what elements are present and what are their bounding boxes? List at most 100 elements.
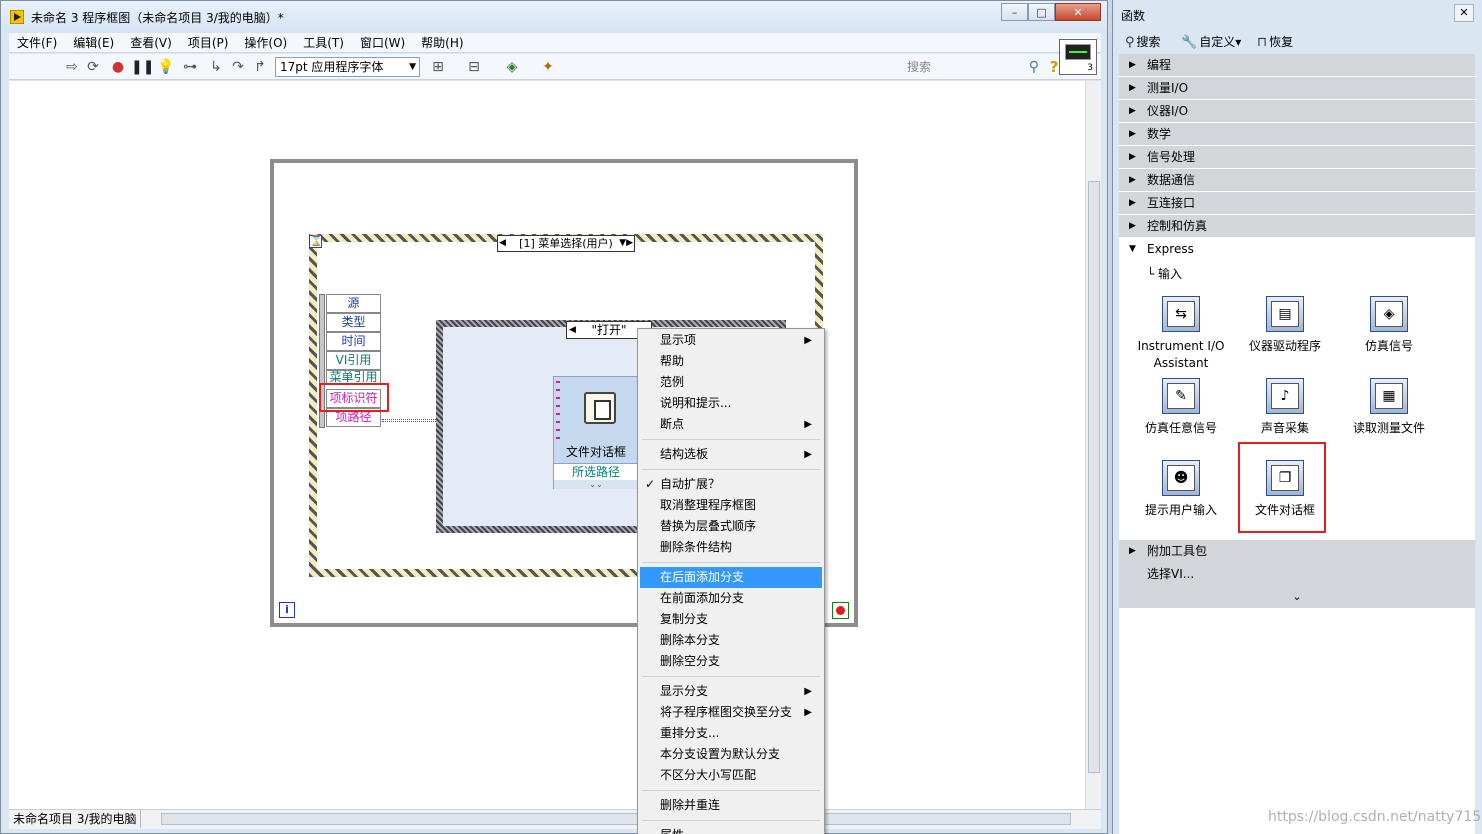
category-data-communication[interactable]: ▶ 数据通信 bbox=[1119, 169, 1475, 192]
distribute-icon[interactable]: ⊟ bbox=[465, 58, 483, 76]
palette-restore-button[interactable]: ⊓ 恢复 bbox=[1257, 31, 1293, 53]
category-instrument-io[interactable]: ▶ 仪器I/O bbox=[1119, 100, 1475, 123]
menu-file[interactable]: 文件(F) bbox=[9, 34, 65, 51]
show-more-chevron-icon[interactable]: ⌄ bbox=[1119, 586, 1475, 608]
cleanup-icon[interactable]: ✦ bbox=[539, 58, 557, 76]
search-field[interactable]: 搜索 ⚲ bbox=[895, 58, 1043, 76]
maximize-button[interactable]: □ bbox=[1028, 3, 1055, 21]
event-terminal-time[interactable]: 时间 bbox=[326, 332, 381, 351]
title-bar[interactable]: 未命名 3 程序框图（未命名项目 3/我的电脑）* – □ ✕ bbox=[1, 1, 1107, 33]
context-menu-item[interactable]: 属性 bbox=[640, 825, 822, 834]
context-menu-item-label: 重排分支... bbox=[660, 726, 720, 740]
expand-node-icon[interactable]: ⌄⌄ bbox=[554, 480, 638, 489]
context-menu-item[interactable]: 替换为层叠式顺序 bbox=[640, 516, 822, 537]
category-control-simulation[interactable]: ▶ 控制和仿真 bbox=[1119, 215, 1475, 238]
prev-case-arrow-icon[interactable]: ◀ bbox=[499, 236, 506, 251]
context-menu-item[interactable]: 范例 bbox=[640, 372, 822, 393]
file-dialog-express-vi[interactable]: 文件对话框 所选路径 ⌄⌄ bbox=[553, 376, 639, 489]
category-programming[interactable]: ▶ 编程 bbox=[1119, 54, 1475, 77]
category-express[interactable]: ▼ Express bbox=[1119, 238, 1475, 261]
menu-tools[interactable]: 工具(T) bbox=[295, 34, 352, 51]
context-menu-item[interactable]: 在后面添加分支 bbox=[640, 567, 822, 588]
stop-condition-terminal[interactable] bbox=[832, 602, 849, 619]
tile-instrument-drivers[interactable]: ▤ 仪器驱动程序 bbox=[1233, 296, 1337, 374]
tile-read-measurement-file[interactable]: ▦ 读取测量文件 bbox=[1337, 378, 1441, 456]
menu-project[interactable]: 项目(P) bbox=[180, 34, 237, 51]
expand-arrow-icon: ▶ bbox=[1129, 221, 1136, 231]
prev-case-arrow-icon[interactable]: ◀ bbox=[569, 322, 576, 338]
abort-icon[interactable]: ● bbox=[109, 58, 127, 76]
menu-operate[interactable]: 操作(O) bbox=[236, 34, 295, 51]
minimize-button[interactable]: – bbox=[1001, 3, 1028, 21]
tile-simulate-arbitrary-signal[interactable]: ✎ 仿真任意信号 bbox=[1129, 378, 1233, 456]
context-menu-item[interactable]: 复制分支 bbox=[640, 609, 822, 630]
event-terminal-type[interactable]: 类型 bbox=[326, 313, 381, 332]
context-menu-item[interactable]: 取消整理程序框图 bbox=[640, 495, 822, 516]
vertical-scrollbar[interactable] bbox=[1085, 81, 1101, 809]
step-into-icon[interactable]: ↳ bbox=[207, 58, 225, 76]
next-case-arrow-icon[interactable]: ▼▶ bbox=[619, 236, 633, 251]
search-icon[interactable]: ⚲ bbox=[1029, 58, 1039, 76]
tile-simulate-signal[interactable]: ◈ 仿真信号 bbox=[1337, 296, 1441, 374]
menu-separator bbox=[642, 439, 820, 440]
event-terminal-menu-ref[interactable]: 菜单引用 bbox=[326, 370, 381, 384]
menu-view[interactable]: 查看(V) bbox=[122, 34, 180, 51]
vertical-scroll-thumb[interactable] bbox=[1088, 181, 1100, 773]
horizontal-scrollbar[interactable] bbox=[147, 812, 1083, 826]
category-connectivity[interactable]: ▶ 互连接口 bbox=[1119, 192, 1475, 215]
palette-close-button[interactable]: ✕ bbox=[1454, 4, 1474, 22]
menu-window[interactable]: 窗口(W) bbox=[352, 34, 413, 51]
subcategory-input[interactable]: └ 输入 bbox=[1147, 265, 1182, 282]
tile-prompt-user-input[interactable]: ☻ 提示用户输入 bbox=[1129, 460, 1233, 538]
context-menu-item[interactable]: 本分支设置为默认分支 bbox=[640, 744, 822, 765]
step-over-icon[interactable]: ↷ bbox=[229, 58, 247, 76]
timeout-terminal[interactable]: ⌛ bbox=[309, 235, 322, 248]
vi-icon[interactable]: 3 bbox=[1059, 39, 1097, 75]
context-menu-item[interactable]: 说明和提示... bbox=[640, 393, 822, 414]
context-menu-item[interactable]: ✓ 自动扩展？ bbox=[640, 474, 822, 495]
pause-icon[interactable]: ❚❚ bbox=[131, 58, 154, 76]
selected-path-terminal[interactable]: 所选路径 bbox=[554, 463, 638, 480]
reorder-icon[interactable]: ◈ bbox=[503, 58, 521, 76]
context-menu-item[interactable]: 重排分支... bbox=[640, 723, 822, 744]
context-menu-item[interactable]: 显示分支 ▶ bbox=[640, 681, 822, 702]
context-menu-item[interactable]: 不区分大小写匹配 bbox=[640, 765, 822, 786]
context-menu-item[interactable]: 删除条件结构 bbox=[640, 537, 822, 558]
run-arrow-icon[interactable]: ⇨ bbox=[63, 58, 81, 76]
event-terminal-vi-ref[interactable]: VI引用 bbox=[326, 351, 381, 370]
category-mathematics[interactable]: ▶ 数学 bbox=[1119, 123, 1475, 146]
context-menu-item[interactable]: 显示项 ▶ bbox=[640, 330, 822, 351]
horizontal-scroll-thumb[interactable] bbox=[161, 813, 1071, 825]
context-menu-item[interactable]: 将子程序框图交换至分支 ▶ bbox=[640, 702, 822, 723]
category-label: Express bbox=[1147, 242, 1194, 256]
category-measurement-io[interactable]: ▶ 测量I/O bbox=[1119, 77, 1475, 100]
close-button[interactable]: ✕ bbox=[1055, 3, 1101, 21]
event-case-selector[interactable]: ◀ [1] 菜单选择(用户) ▼▶ bbox=[497, 235, 635, 252]
context-menu-item[interactable]: 删除空分支 bbox=[640, 651, 822, 672]
palette-search-button[interactable]: ⚲ 搜索 bbox=[1125, 31, 1161, 53]
context-menu-item[interactable]: 在前面添加分支 bbox=[640, 588, 822, 609]
event-terminal-source[interactable]: 源 bbox=[326, 294, 381, 313]
event-case-label: [1] 菜单选择(用户) bbox=[519, 237, 613, 250]
context-menu-item[interactable]: 删除并重连 bbox=[640, 795, 822, 816]
category-addons[interactable]: ▶ 附加工具包 bbox=[1119, 540, 1475, 563]
menu-help[interactable]: 帮助(H) bbox=[413, 34, 471, 51]
font-selector[interactable]: 17pt 应用程序字体 ▼ bbox=[275, 57, 420, 77]
menu-edit[interactable]: 编辑(E) bbox=[65, 34, 122, 51]
palette-customize-button[interactable]: 🔧 自定义▾ bbox=[1181, 31, 1241, 53]
align-icon[interactable]: ⊞ bbox=[429, 58, 447, 76]
context-menu-item[interactable]: 结构选板 ▶ bbox=[640, 444, 822, 465]
run-continuous-icon[interactable]: ⟳ bbox=[84, 58, 102, 76]
tile-instrument-io-assistant[interactable]: ⇆ Instrument I/O Assistant bbox=[1129, 296, 1233, 374]
string-wire[interactable] bbox=[382, 419, 440, 422]
context-menu-item[interactable]: 帮助 bbox=[640, 351, 822, 372]
highlight-execution-icon[interactable]: 💡 bbox=[157, 58, 175, 76]
step-out-icon[interactable]: ↱ bbox=[251, 58, 269, 76]
iteration-terminal[interactable]: i bbox=[279, 602, 295, 618]
retain-wire-values-icon[interactable]: ⊶ bbox=[181, 58, 199, 76]
context-menu-item[interactable]: 删除本分支 bbox=[640, 630, 822, 651]
category-label: 仪器I/O bbox=[1147, 104, 1189, 118]
context-menu-item[interactable]: 断点 ▶ bbox=[640, 414, 822, 435]
category-signal-processing[interactable]: ▶ 信号处理 bbox=[1119, 146, 1475, 169]
select-vi-item[interactable]: 选择VI... bbox=[1119, 563, 1475, 586]
